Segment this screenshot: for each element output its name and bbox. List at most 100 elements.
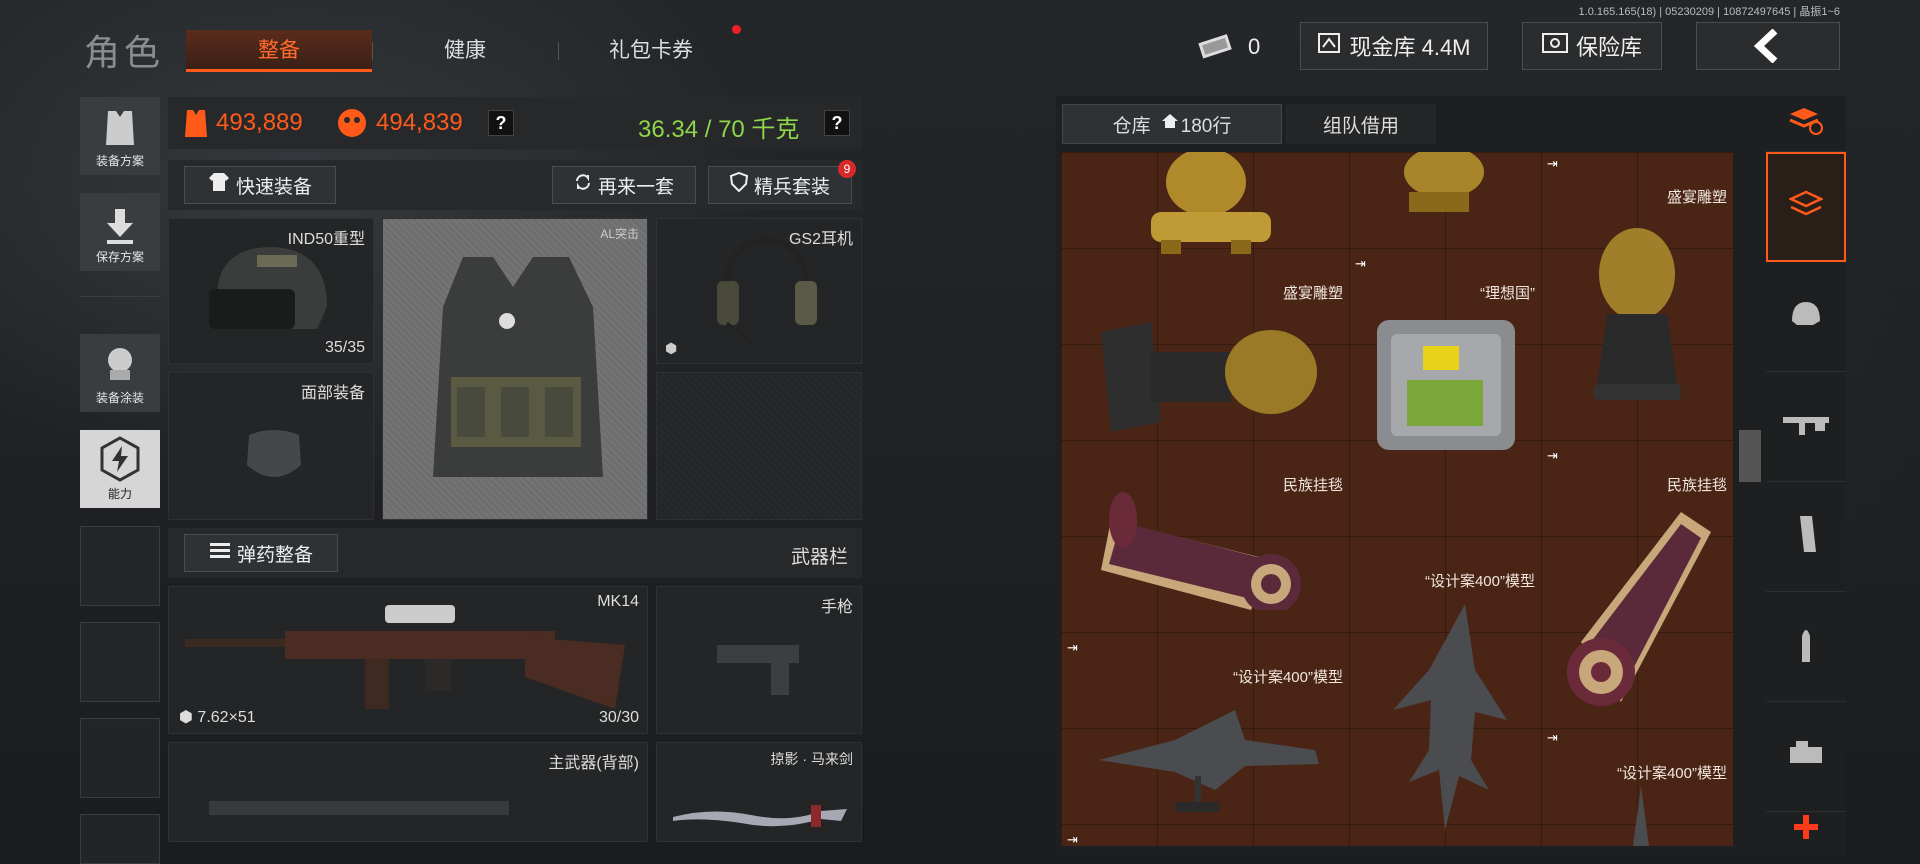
vest-slot[interactable]: AL突击 [382, 218, 648, 520]
category-rifle[interactable] [1766, 372, 1846, 482]
category-helmet[interactable] [1766, 262, 1846, 372]
grid-item-feast-bust[interactable]: 盛宴雕塑 [1061, 276, 1349, 468]
primary-weapon-slot[interactable]: MK14 ⬢ 7.62×51 30/30 [168, 586, 648, 734]
vest-icon [100, 107, 140, 152]
reequip-button[interactable]: 再来一套 [552, 166, 696, 204]
cube-icon: ⬢ [665, 340, 678, 356]
cash-vault-button[interactable]: 现金库 4.4M [1300, 22, 1488, 70]
sidebar-item-gear-skin[interactable]: 装备涂装 [80, 334, 160, 412]
shirt-icon [208, 172, 230, 198]
plus-icon [1792, 813, 1820, 846]
ammo-caliber: ⬢ 7.62×51 [179, 707, 256, 727]
mask-icon [239, 425, 309, 494]
item-label: “设计案400”模型 [1616, 765, 1727, 782]
sidebar-item-gear-plan[interactable]: 装备方案 [80, 97, 160, 175]
helmet-icon [197, 237, 337, 352]
headset-slot[interactable]: GS2耳机 ⬢ [656, 218, 862, 364]
blade-icon [671, 799, 851, 834]
sidebar-item-ability[interactable]: 能力 [80, 430, 160, 508]
quick-equip-button[interactable]: 快速装备 [184, 166, 336, 204]
safe-label: 保险库 [1575, 35, 1642, 60]
grid-item-design-400-model[interactable]: “设计案400”模型 [1541, 756, 1733, 846]
pistol-label: 手枪 [820, 599, 853, 616]
empty-gear-slot [656, 372, 862, 520]
safe-icon [1541, 32, 1568, 60]
stats-bar: 493,889 494,839 ? 36.34 / 70 千克 ? [168, 97, 862, 149]
pistol-slot[interactable]: 手枪 [656, 586, 862, 734]
magazine-icon [1794, 514, 1818, 559]
helmet-durability: 35/35 [324, 339, 365, 356]
helmet-category-icon [1789, 299, 1823, 334]
cash-icon [1317, 31, 1341, 61]
melee-slot[interactable]: 掠影 · 马来剑 [656, 742, 862, 842]
ability-icon [98, 436, 142, 485]
grid-item-lion-statue[interactable] [1061, 152, 1349, 276]
grid-item-design-400-model[interactable]: “设计案400”模型 ⇥ [1061, 660, 1349, 846]
primary-ammo-count: 30/30 [598, 709, 639, 726]
grid-item-design-400-model[interactable]: “设计案400”模型 [1349, 564, 1541, 846]
tab-warehouse[interactable]: 仓库 180行 [1062, 104, 1282, 144]
jet-model-icon [1379, 600, 1519, 835]
reequip-label: 再来一套 [597, 176, 674, 198]
refresh-icon [574, 173, 592, 197]
grid-item-lion-statue[interactable]: ⇥ [1349, 152, 1541, 276]
category-ammo[interactable] [1766, 592, 1846, 702]
weapon-bar-label: 武器栏 [790, 547, 848, 568]
grid-item-republic-case[interactable]: “理想国” [1349, 276, 1541, 468]
ammo-loadout-label: 弹药整备 [236, 544, 313, 566]
rug-icon [1101, 490, 1321, 615]
notification-dot [732, 25, 741, 34]
jet-model-icon [1095, 700, 1325, 825]
tab-health[interactable]: 健康 [372, 30, 558, 72]
helmet-slot[interactable]: IND50重型 35/35 [168, 218, 374, 364]
warehouse-rows: 180行 [1180, 115, 1232, 137]
warehouse-scrollbar[interactable] [1739, 430, 1761, 482]
grid-item-ethnic-tapestry[interactable]: 民族挂毯 ⇥ [1061, 468, 1349, 660]
warehouse-grid: ⇥ ⇥ 盛宴雕塑 ⇥ 盛宴雕塑 “理想国” 民族挂毯 ⇥ 民族挂毯 ⇥ “设计案… [1061, 152, 1733, 846]
rifle-category-icon [1781, 411, 1831, 442]
tab-gift-cards[interactable]: 礼包卡券 [558, 30, 744, 72]
back-button[interactable] [1696, 22, 1840, 70]
face-gear-slot[interactable]: 面部装备 [168, 372, 374, 520]
weight-help-button[interactable]: ? [824, 110, 850, 136]
ticket-counter[interactable]: 0 [1196, 26, 1260, 68]
paint-icon [100, 344, 140, 389]
bust-statue-icon [1091, 312, 1331, 447]
sight-icon [1788, 739, 1824, 774]
category-all[interactable] [1766, 152, 1846, 262]
tab-gear[interactable]: 整备 [186, 30, 372, 72]
elite-kit-button[interactable]: 精兵套装 [708, 166, 852, 204]
sort-button[interactable] [1766, 96, 1846, 152]
back-weapon-label: 主武器(背部) [548, 755, 639, 772]
rifle-silhouette-icon [209, 793, 509, 828]
download-icon [103, 207, 137, 248]
warehouse-tab-label: 仓库 [1112, 115, 1151, 137]
item-label: “理想国” [1480, 285, 1535, 302]
cash-vault-label: 现金库 4.4M [1349, 35, 1471, 60]
stack-refresh-icon [1788, 106, 1824, 141]
quick-equip-label: 快速装备 [235, 176, 312, 198]
safe-button[interactable]: 保险库 [1522, 22, 1662, 70]
grid-item-feast-bust[interactable]: 盛宴雕塑 ⇥ [1541, 180, 1733, 468]
category-magazine[interactable] [1766, 482, 1846, 592]
vest-icon [413, 247, 619, 502]
help-button[interactable]: ? [488, 110, 514, 136]
grid-item-ethnic-tapestry[interactable]: 民族挂毯 ⇥ [1541, 468, 1733, 756]
sidebar-item-save-plan[interactable]: 保存方案 [80, 193, 160, 271]
headset-icon [707, 231, 827, 356]
ammo-bar: 弹药整备 武器栏 [168, 528, 862, 578]
elite-badge: 9 [838, 160, 856, 178]
lion-statue-icon [1121, 152, 1291, 267]
ticket-count: 0 [1248, 34, 1261, 59]
tab-team-borrow[interactable]: 组队借用 [1286, 104, 1436, 144]
bust-statue-icon [1577, 214, 1697, 439]
add-category-button[interactable] [1766, 802, 1846, 856]
sidebar-empty-slot [80, 718, 160, 798]
sidebar-item-label: 装备方案 [95, 154, 144, 168]
back-weapon-slot[interactable]: 主武器(背部) [168, 742, 648, 842]
sidebar-empty-slot [80, 526, 160, 606]
grid-item-partial: ⇥ [1541, 152, 1733, 178]
category-attachment[interactable] [1766, 702, 1846, 812]
ammo-loadout-button[interactable]: 弹药整备 [184, 534, 338, 572]
home-icon [1161, 113, 1179, 135]
